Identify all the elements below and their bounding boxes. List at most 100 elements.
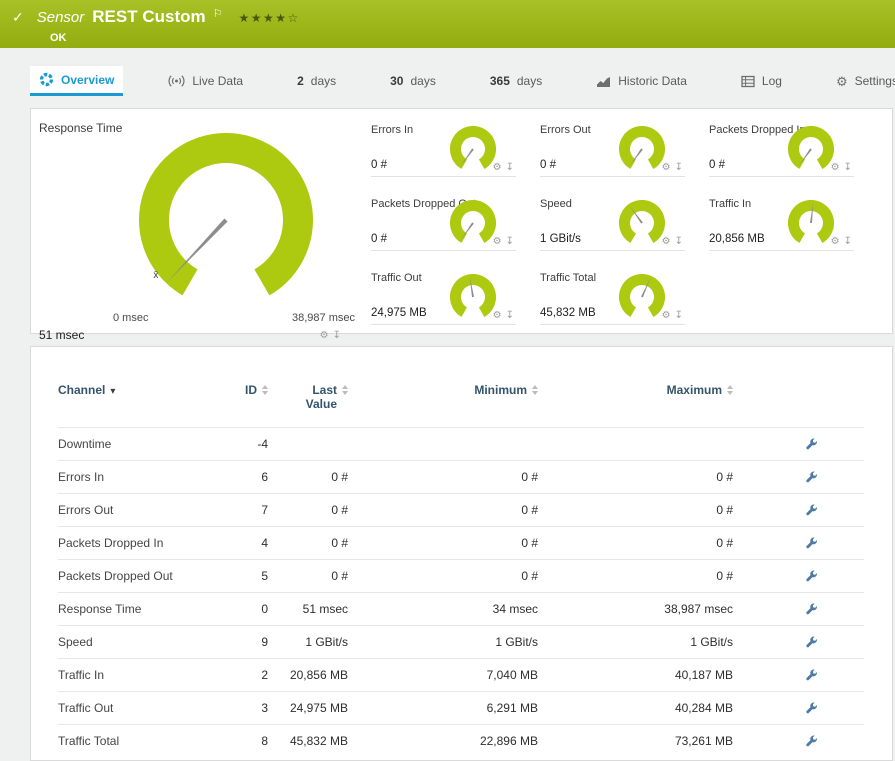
channel-edit-wrench-icon[interactable] [805,436,818,450]
gauge-settings-icon[interactable]: ⚙ [831,236,840,247]
maximum-cell [538,427,733,460]
tab-log[interactable]: Log [732,66,791,96]
channel-name-cell[interactable]: Traffic Total [58,724,208,757]
channel-settings-cell [733,658,864,691]
tab-label: days [517,74,542,88]
tab-settings[interactable]: ⚙ Settings [827,66,895,96]
channel-edit-wrench-icon[interactable] [805,700,818,714]
column-header-maximum[interactable]: Maximum [538,363,733,427]
minimum-cell: 0 # [348,559,538,592]
gauge-download-icon[interactable]: ↧ [506,162,514,173]
last-value-cell [268,427,348,460]
minimum-cell: 22,896 MB [348,724,538,757]
priority-stars[interactable]: ★★★★☆ [238,11,299,25]
gauge-settings-icon[interactable]: ⚙ [493,236,502,247]
gauge-settings-icon[interactable]: ⚙ [662,310,671,321]
column-header-channel[interactable]: Channel▾ [58,363,208,427]
maximum-cell: 0 # [538,493,733,526]
channel-edit-wrench-icon[interactable] [805,535,818,549]
table-header-row: Channel▾IDLast ValueMinimumMaximum [58,363,864,427]
minimum-cell: 1 GBit/s [348,625,538,658]
gauge-value: 20,856 MB [709,233,765,245]
tab-overview[interactable]: Overview [30,66,123,96]
gauge-cell-packets-dropped-in: Packets Dropped In 0 # ⚙ ↧ [709,124,854,177]
gauge-settings-icon[interactable]: ⚙ [493,310,502,321]
column-header-minimum[interactable]: Minimum [348,363,538,427]
channel-id-cell: 2 [208,658,268,691]
tab-number: 30 [390,74,403,88]
channel-settings-cell [733,427,864,460]
sort-icon[interactable] [342,385,348,395]
gauge-min-label: 0 msec [113,312,148,324]
channel-edit-wrench-icon[interactable] [805,502,818,516]
gauge-settings-icon[interactable]: ⚙ [662,162,671,173]
minimum-cell: 0 # [348,493,538,526]
sort-icon[interactable] [727,385,733,395]
tab-365-days[interactable]: 365 days [481,66,551,96]
column-header-id[interactable]: ID [208,363,268,427]
gauge-download-icon[interactable]: ↧ [844,162,852,173]
gauge-cell-traffic-out: Traffic Out 24,975 MB ⚙ ↧ [371,272,516,325]
channel-edit-wrench-icon[interactable] [805,601,818,615]
gauge-settings-icon[interactable]: ⚙ [320,330,329,341]
channel-name-cell[interactable]: Traffic In [58,658,208,691]
gauge-download-icon[interactable]: ↧ [844,236,852,247]
channel-name-cell[interactable]: Errors Out [58,493,208,526]
svg-text:x̄: x̄ [153,270,158,281]
channel-name-cell[interactable]: Response Time [58,592,208,625]
minimum-cell: 0 # [348,526,538,559]
gauge-download-icon[interactable]: ↧ [333,330,341,341]
table-row-errors-out: Errors Out70 #0 #0 # [58,493,864,526]
channel-settings-cell [733,691,864,724]
gauge-dial [788,200,834,251]
gauge-settings-icon[interactable]: ⚙ [831,162,840,173]
gauge-download-icon[interactable]: ↧ [675,236,683,247]
channel-settings-cell [733,592,864,625]
channel-edit-wrench-icon[interactable] [805,634,818,648]
channel-id-cell: 9 [208,625,268,658]
tab-2-days[interactable]: 2 days [288,66,345,96]
maximum-cell: 73,261 MB [538,724,733,757]
maximum-cell: 1 GBit/s [538,625,733,658]
channel-name-cell[interactable]: Packets Dropped Out [58,559,208,592]
main-gauge-footer: 51 msec ⚙ ↧ [39,328,341,342]
gauge-download-icon[interactable]: ↧ [675,162,683,173]
channel-name-cell[interactable]: Speed [58,625,208,658]
overview-icon [39,72,54,87]
gauge-download-icon[interactable]: ↧ [675,310,683,321]
channel-name-cell[interactable]: Packets Dropped In [58,526,208,559]
tab-live-data[interactable]: Live Data [159,66,252,96]
gauge-cell-speed: Speed 1 GBit/s ⚙ ↧ [540,198,685,251]
priority-flag-icon[interactable]: ⚐ [213,7,223,20]
gauge-download-icon[interactable]: ↧ [506,310,514,321]
tab-30-days[interactable]: 30 days [381,66,445,96]
sort-icon[interactable] [262,385,268,395]
channel-sort-dropdown-icon[interactable]: ▾ [110,386,115,397]
channel-id-cell: -4 [208,427,268,460]
maximum-cell: 40,187 MB [538,658,733,691]
tab-historic-data[interactable]: Historic Data [587,66,696,96]
channel-edit-wrench-icon[interactable] [805,469,818,483]
channel-edit-wrench-icon[interactable] [805,667,818,681]
channel-name-cell[interactable]: Downtime [58,427,208,460]
table-row-downtime: Downtime-4 [58,427,864,460]
gauge-settings-icon[interactable]: ⚙ [662,236,671,247]
live-data-icon [168,74,185,88]
channel-edit-wrench-icon[interactable] [805,734,818,748]
channel-id-cell: 6 [208,460,268,493]
gauge-download-icon[interactable]: ↧ [506,236,514,247]
gauge-cell-packets-dropped-out: Packets Dropped Out 0 # ⚙ ↧ [371,198,516,251]
gauge-value: 0 # [540,159,556,171]
gauge-value: 0 # [371,159,387,171]
channel-name-cell[interactable]: Errors In [58,460,208,493]
gauge-settings-icon[interactable]: ⚙ [493,162,502,173]
channel-edit-wrench-icon[interactable] [805,568,818,582]
gauge-dial [450,274,496,325]
table-row-errors-in: Errors In60 #0 #0 # [58,460,864,493]
channel-name-cell[interactable]: Traffic Out [58,691,208,724]
gauge-value: 1 GBit/s [540,233,581,245]
column-header-last-value[interactable]: Last Value [268,363,348,427]
status-badge: OK [50,32,885,44]
maximum-cell: 0 # [538,460,733,493]
sort-icon[interactable] [532,385,538,395]
